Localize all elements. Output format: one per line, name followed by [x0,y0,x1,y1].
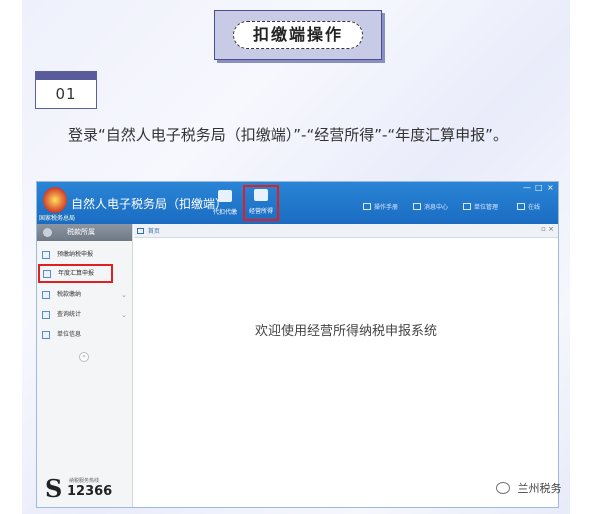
sidebar-collapse-button[interactable]: « [79,352,89,362]
instruction-text: 登录“自然人电子税务局（扣缴端）”-“经营所得”-“年度汇算申报”。 [68,126,508,144]
sidebar-item-tax-payment[interactable]: 税款缴纳 ⌄ [37,285,133,305]
calendar-icon [42,251,50,259]
search-icon [42,311,50,319]
minimize-button[interactable]: — [523,183,531,192]
info-icon [43,270,51,278]
wechat-icon [496,482,510,494]
toolbar-button-business-income[interactable]: 经营所得 [243,185,279,221]
step-badge-bar [36,72,96,80]
sidebar-item-label: 年度汇算申报 [58,270,95,277]
payment-icon [42,291,50,299]
section-title: 扣缴端操作 [233,21,363,49]
online-icon [517,203,525,210]
toolbar-button-label: 经营所得 [248,208,273,215]
watermark-text: 兰州税务 [517,482,562,495]
company-icon [463,203,471,210]
company-management-label: 单位管理 [474,204,499,211]
hotline-label: 纳税服务热线 [69,478,100,484]
company-management-button[interactable]: 单位管理 [463,202,498,211]
sidebar-item-label: 预缴纳税申报 [57,251,94,258]
period-icon [43,228,52,237]
tab-controls[interactable]: ▫ × [541,225,554,233]
tab-bar: 首页 ▫ × [134,224,558,238]
sidebar-item-unit-info[interactable]: 单位信息 [37,325,133,345]
toolbar-button-withholding[interactable]: 代扣代缴 [209,188,241,222]
app-titlebar: 国家税务总局 自然人电子税务局（扣缴端） 代扣代缴 经营所得 操作手册 消息中心… [37,182,558,224]
tab-home-label: 首页 [147,228,160,235]
sidebar-item-label: 税款缴纳 [57,291,82,298]
online-status-button[interactable]: 在线 [517,202,540,211]
hotline-logo-icon: S [45,474,63,503]
mail-icon [413,203,421,210]
sidebar-header[interactable]: 税款所属 [37,224,132,241]
document-icon [218,190,232,202]
manual-button[interactable]: 操作手册 [363,202,398,211]
sidebar-item-prepayment[interactable]: 预缴纳税申报 [37,245,133,265]
tab-home[interactable]: 首页 [137,226,160,235]
sidebar-item-label: 单位信息 [57,331,82,338]
close-button[interactable]: × [547,183,554,192]
hotline-number: 12366 [67,484,113,499]
online-status-label: 在线 [528,204,541,211]
manual-icon [363,203,371,210]
sidebar-item-annual-settlement[interactable]: 年度汇算申报 [38,264,113,283]
toolbar-button-label: 代扣代缴 [212,209,237,216]
logo-caption: 国家税务总局 [39,215,76,222]
sidebar-header-label: 税款所属 [67,228,95,236]
coins-icon [254,189,268,201]
maximize-button[interactable]: □ [535,183,543,192]
tax-emblem-logo [43,187,67,213]
app-window: 国家税务总局 自然人电子税务局（扣缴端） 代扣代缴 经营所得 操作手册 消息中心… [36,181,559,508]
app-title: 自然人电子税务局（扣缴端） [71,197,228,211]
building-icon [42,331,50,339]
watermark: 兰州税务 [496,480,562,496]
chevron-down-icon: ⌄ [121,311,127,319]
welcome-message: 欢迎使用经营所得纳税申报系统 [254,324,437,339]
sidebar-item-query-stats[interactable]: 查询统计 ⌄ [37,305,133,325]
manual-label: 操作手册 [374,204,399,211]
home-icon [137,228,144,234]
sidebar: 税款所属 预缴纳税申报 年度汇算申报 税款缴纳 ⌄ 查询统计 ⌄ 单位信息 « … [37,224,133,507]
message-center-label: 消息中心 [424,204,449,211]
chevron-down-icon: ⌄ [121,291,127,299]
sidebar-item-label: 查询统计 [57,311,82,318]
step-number: 01 [55,85,77,103]
section-title-banner: 扣缴端操作 [214,10,382,60]
message-center-button[interactable]: 消息中心 [413,202,448,211]
step-badge: 01 [35,71,97,109]
